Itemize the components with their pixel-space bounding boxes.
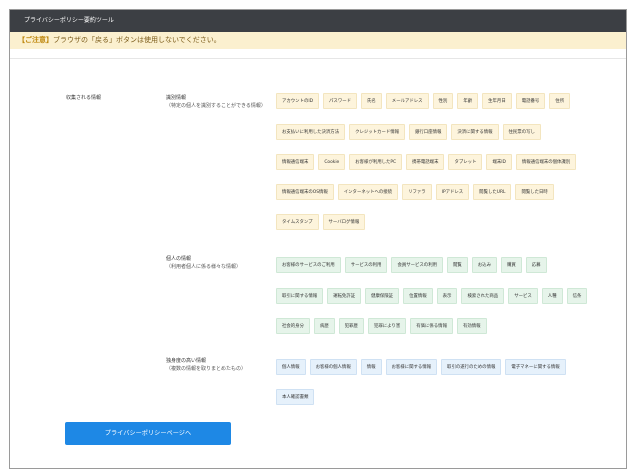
- info-chip[interactable]: タブレット: [448, 154, 483, 170]
- info-chip[interactable]: クレジットカード情報: [349, 124, 406, 140]
- chip-row: お支払いに利用した決済方法 クレジットカード情報 銀行口座情報 決済に関する情報 住民票…: [276, 124, 541, 140]
- info-chip[interactable]: 端末ID: [486, 154, 512, 170]
- info-chip[interactable]: 情報通信端末のOS情報: [276, 184, 334, 200]
- info-chip[interactable]: お客様のサービスのご利用: [276, 257, 341, 273]
- category-title: 個人の情報: [166, 256, 192, 262]
- info-chip[interactable]: 有価に係る情報: [410, 318, 453, 334]
- chip-row: アカウントのID パスワード 氏名 メールアドレス 性別 年齢 生年月日 電話番号 住所: [276, 93, 571, 109]
- chip-row: 情報通信端末 Cookie お客様が利用したPC 携帯電話端末 タブレット 端末ID 情報通…: [276, 154, 577, 170]
- info-chip[interactable]: 年齢: [457, 93, 479, 109]
- notice-banner: 【ご注意】ブラウザの「戻る」ボタンは使用しないでください。: [10, 32, 626, 49]
- info-chip[interactable]: パスワード: [323, 93, 357, 109]
- category-title: 独身度の高い情報: [166, 358, 207, 364]
- info-chip[interactable]: 携帯電話端末: [406, 154, 445, 170]
- info-chip[interactable]: 応募: [525, 257, 547, 273]
- window-title: プライバシーポリシー要約ツール: [24, 17, 114, 24]
- info-chip[interactable]: 人種: [541, 288, 563, 304]
- category-title: 識別情報: [166, 95, 187, 101]
- category-sensitive-label: 独身度の高い情報 （複数の情報を取りまとめたもの）: [166, 357, 246, 373]
- info-chip[interactable]: 本人確認書類: [276, 389, 315, 405]
- info-chip[interactable]: 性別: [432, 93, 454, 109]
- chip-row: 取引に関する情報 運転免許証 健康保険証 位置情報 表示 検索された商品 サービス 人種 信条: [276, 288, 588, 304]
- info-chip[interactable]: インターネットへの接続: [337, 184, 399, 200]
- content-divider: [10, 58, 626, 59]
- info-chip[interactable]: 運転免許証: [327, 288, 362, 304]
- info-chip[interactable]: リファラ: [402, 184, 432, 200]
- info-chip[interactable]: 有効情報: [456, 318, 487, 334]
- info-chip[interactable]: Cookie: [318, 154, 346, 170]
- info-chip[interactable]: 住民票の写し: [502, 124, 541, 140]
- category-subtitle: （利用者個人に係る様々な情報）: [166, 264, 242, 270]
- notice-tag: 【ご注意】: [18, 36, 53, 44]
- info-chip[interactable]: 決済に関する情報: [451, 124, 499, 140]
- info-chip[interactable]: 検索された商品: [461, 288, 505, 304]
- app-window: プライバシーポリシー要約ツール 【ご注意】ブラウザの「戻る」ボタンは使用しないで…: [9, 9, 627, 469]
- info-chip[interactable]: 取引の遂行のための情報: [441, 359, 502, 375]
- info-chip[interactable]: 住所: [549, 93, 571, 109]
- privacy-policy-button[interactable]: プライバシーポリシーページへ: [65, 422, 231, 445]
- info-chip[interactable]: 閲覧したURL: [473, 184, 512, 200]
- info-chip[interactable]: サービスの利用: [344, 257, 388, 273]
- info-chip[interactable]: 会員サービスの利用: [391, 257, 443, 273]
- info-chip[interactable]: 情報: [360, 359, 382, 375]
- info-chip[interactable]: アカウントのID: [276, 93, 320, 109]
- info-chip[interactable]: 取引に関する情報: [276, 288, 324, 304]
- info-chip[interactable]: お込み: [471, 257, 497, 273]
- section-collected-info-label: 収集される情報: [66, 95, 102, 101]
- info-chip[interactable]: 病歴: [313, 318, 335, 334]
- info-chip[interactable]: 電話番号: [515, 93, 546, 109]
- window-title-bar: プライバシーポリシー要約ツール: [10, 10, 626, 32]
- info-chip[interactable]: 閲覧した日時: [515, 184, 554, 200]
- category-personal-label: 個人の情報 （利用者個人に係る様々な情報）: [166, 255, 241, 271]
- info-chip[interactable]: 健康保険証: [365, 288, 400, 304]
- chip-row: タイムスタンプ サーバログ情報: [276, 214, 366, 230]
- chip-row: 社会的身分 病歴 犯罪歴 犯罪により害 有価に係る情報 有効情報: [276, 318, 487, 334]
- info-chip[interactable]: 閲覧: [446, 257, 468, 273]
- info-chip[interactable]: サーバログ情報: [322, 214, 366, 230]
- info-chip[interactable]: 社会的身分: [276, 318, 310, 334]
- info-chip[interactable]: 個人情報: [276, 359, 306, 375]
- info-chip[interactable]: タイムスタンプ: [276, 214, 319, 230]
- info-chip[interactable]: お支払いに利用した決済方法: [276, 124, 346, 140]
- info-chip[interactable]: サービス: [508, 288, 538, 304]
- chip-row: 個人情報 お客様の個人情報 情報 お客様に関する情報 取引の遂行のための情報 電子マネーに…: [276, 359, 566, 375]
- info-chip[interactable]: 情報通信端末の個体識別: [515, 154, 577, 170]
- info-chip[interactable]: 犯罪歴: [338, 318, 364, 334]
- info-chip[interactable]: IPアドレス: [435, 184, 470, 200]
- chip-row: 情報通信端末のOS情報 インターネットへの接続 リファラ IPアドレス 閲覧したURL 閲…: [276, 184, 554, 200]
- chip-row: 本人確認書類: [276, 389, 315, 405]
- info-chip[interactable]: 購買: [500, 257, 522, 273]
- info-chip[interactable]: 位置情報: [403, 288, 433, 304]
- info-chip[interactable]: お客様が利用したPC: [349, 154, 403, 170]
- category-subtitle: （特定の個人を識別することができる情報）: [166, 103, 266, 109]
- notice-text: ブラウザの「戻る」ボタンは使用しないでください。: [53, 36, 221, 44]
- info-chip[interactable]: 情報通信端末: [276, 154, 315, 170]
- info-chip[interactable]: 表示: [436, 288, 458, 304]
- info-chip[interactable]: 信条: [566, 288, 588, 304]
- info-chip[interactable]: 氏名: [361, 93, 382, 109]
- category-subtitle: （複数の情報を取りまとめたもの）: [166, 366, 247, 372]
- info-chip[interactable]: お客様に関する情報: [385, 359, 438, 375]
- info-chip[interactable]: 犯罪により害: [367, 318, 407, 334]
- category-identification-label: 識別情報 （特定の個人を識別することができる情報）: [166, 94, 266, 110]
- info-chip[interactable]: 生年月日: [482, 93, 512, 109]
- chip-row: お客様のサービスのご利用 サービスの利用 会員サービスの利用 閲覧 お込み 購買 応募: [276, 257, 547, 273]
- info-chip[interactable]: お客様の個人情報: [309, 359, 357, 375]
- info-chip[interactable]: 銀行口座情報: [409, 124, 448, 140]
- info-chip[interactable]: メールアドレス: [385, 93, 429, 109]
- info-chip[interactable]: 電子マネーに関する情報: [505, 359, 566, 375]
